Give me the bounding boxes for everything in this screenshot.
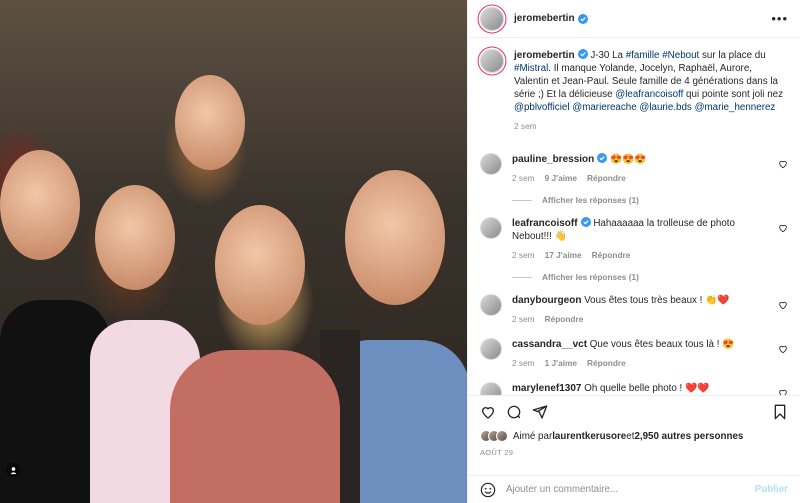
post-date[interactable]: AOÛT 29 (480, 448, 788, 457)
comment-like-heart-icon[interactable] (778, 388, 788, 395)
author-avatar[interactable] (480, 49, 504, 73)
caption-tag-link[interactable]: #famille (626, 50, 660, 61)
comments-list: jeromebertin J-30 La #famille #Nebout su… (468, 39, 800, 395)
commenter-avatar[interactable] (480, 382, 502, 395)
comment-likes[interactable]: 17 J'aime (545, 249, 582, 262)
verified-badge-icon (577, 13, 588, 24)
comment: leafrancoisoff Hahaaaaaa la trolleuse de… (480, 217, 788, 282)
comment-icon[interactable] (506, 404, 522, 420)
liked-by-avatars (480, 430, 508, 442)
post-sidebar: jeromebertin ••• jeromebertin J-30 La #f… (467, 0, 800, 503)
view-replies-label: Afficher les réponses (1) (542, 195, 639, 205)
verified-badge-icon (597, 153, 608, 163)
reply-button[interactable]: Répondre (592, 249, 631, 262)
commenter-username[interactable]: leafrancoisoff (512, 218, 578, 229)
person-shape (170, 350, 340, 503)
comment: marylenef1307 Oh quelle belle photo ! ❤️… (480, 382, 788, 395)
liked-by-middle: et (626, 430, 635, 442)
comment-text: leafrancoisoff Hahaaaaaa la trolleuse de… (512, 217, 770, 243)
caption: jeromebertin J-30 La #famille #Nebout su… (480, 49, 788, 133)
commenter-username[interactable]: danybourgeon (512, 295, 581, 306)
comment-likes[interactable]: 1 J'aime (545, 357, 577, 370)
caption-text-part: qui pointe sont joli nez (683, 89, 783, 100)
caption-tag-link[interactable]: @mariereache (572, 102, 636, 113)
liked-by: Aimé par laurentkerusore et 2,950 autres… (480, 430, 788, 442)
comment-text: danybourgeon Vous êtes tous très beaux !… (512, 294, 770, 307)
caption-tag-link[interactable]: #Nebout (662, 50, 699, 61)
comment-input[interactable] (506, 484, 755, 495)
emoji-icon[interactable] (480, 482, 496, 498)
caption-text-part: J-30 La (590, 50, 626, 61)
post-actions: Aimé par laurentkerusore et 2,950 autres… (468, 395, 800, 457)
like-heart-icon[interactable] (480, 404, 496, 420)
comment-like-heart-icon[interactable] (778, 300, 788, 310)
commenter-avatar[interactable] (480, 217, 502, 239)
face-shape (215, 205, 305, 325)
reply-button[interactable]: Répondre (587, 172, 626, 185)
face-shape (0, 150, 80, 260)
reply-button[interactable]: Répondre (545, 313, 584, 326)
comment-likes[interactable]: 9 J'aime (545, 172, 577, 185)
caption-tag-link[interactable]: @laurie.bds (639, 102, 691, 113)
post-photo[interactable] (0, 0, 467, 503)
comment-text: marylenef1307 Oh quelle belle photo ! ❤️… (512, 382, 770, 395)
liked-by-count[interactable]: 2,950 autres personnes (634, 431, 743, 442)
caption-tag-link[interactable]: @leafrancoisoff (615, 89, 683, 100)
comment-body: Oh quelle belle photo ! ❤️❤️ (584, 383, 710, 394)
add-comment-bar: Publier (468, 475, 800, 503)
face-shape (175, 75, 245, 170)
comment-like-heart-icon[interactable] (778, 344, 788, 354)
face-shape (345, 170, 445, 305)
share-icon[interactable] (532, 404, 548, 420)
verified-badge-icon (580, 217, 591, 227)
caption-tag-link[interactable]: @marie_hennerez (695, 102, 776, 113)
verified-badge-icon (577, 49, 588, 59)
comment-text: pauline_bression 😍😍😍 (512, 153, 770, 166)
commenter-username[interactable]: marylenef1307 (512, 383, 582, 394)
tagged-users-icon[interactable] (6, 463, 20, 477)
caption-age[interactable]: 2 sem (514, 120, 537, 133)
comment-text: cassandra__vct Que vous êtes beaux tous … (512, 338, 770, 351)
commenter-username[interactable]: pauline_bression (512, 154, 594, 165)
comment-age[interactable]: 2 sem (512, 357, 535, 370)
commenter-avatar[interactable] (480, 338, 502, 360)
author-avatar[interactable] (480, 6, 504, 31)
comment: danybourgeon Vous êtes tous très beaux !… (480, 294, 788, 326)
comment: pauline_bression 😍😍😍 2 sem 9 J'aime Répondr… (480, 153, 788, 205)
bookmark-icon[interactable] (772, 404, 788, 420)
post-header: jeromebertin ••• (468, 0, 800, 38)
caption-text-part: sur la place du (699, 50, 766, 61)
comment-body: 😍😍😍 (609, 154, 647, 165)
more-options-button[interactable]: ••• (771, 11, 788, 26)
liked-by-prefix: Aimé par (513, 430, 553, 442)
comment-like-heart-icon[interactable] (778, 223, 788, 233)
liked-by-user[interactable]: laurentkerusore (552, 431, 626, 442)
reply-button[interactable]: Répondre (587, 357, 626, 370)
publish-button[interactable]: Publier (755, 484, 788, 495)
caption-text: jeromebertin J-30 La #famille #Nebout su… (514, 49, 788, 114)
view-replies-label: Afficher les réponses (1) (542, 272, 639, 282)
face-shape (95, 185, 175, 290)
view-replies-button[interactable]: Afficher les réponses (1) (512, 272, 788, 282)
comment-like-heart-icon[interactable] (778, 159, 788, 169)
author-username[interactable]: jeromebertin (514, 13, 575, 24)
commenter-username[interactable]: cassandra__vct (512, 339, 587, 350)
caption-tag-link[interactable]: @pblvofficiel (514, 102, 570, 113)
comment: cassandra__vct Que vous êtes beaux tous … (480, 338, 788, 370)
comment-age[interactable]: 2 sem (512, 172, 535, 185)
comment-age[interactable]: 2 sem (512, 249, 535, 262)
commenter-avatar[interactable] (480, 294, 502, 316)
comment-age[interactable]: 2 sem (512, 313, 535, 326)
commenter-avatar[interactable] (480, 153, 502, 175)
comment-body: Que vous êtes beaux tous là ! 😍 (589, 339, 735, 350)
caption-username[interactable]: jeromebertin (514, 50, 575, 61)
view-replies-button[interactable]: Afficher les réponses (1) (512, 195, 788, 205)
caption-tag-link[interactable]: #Mistral (514, 63, 548, 74)
comment-body: Vous êtes tous très beaux ! 👏❤️ (584, 295, 730, 306)
